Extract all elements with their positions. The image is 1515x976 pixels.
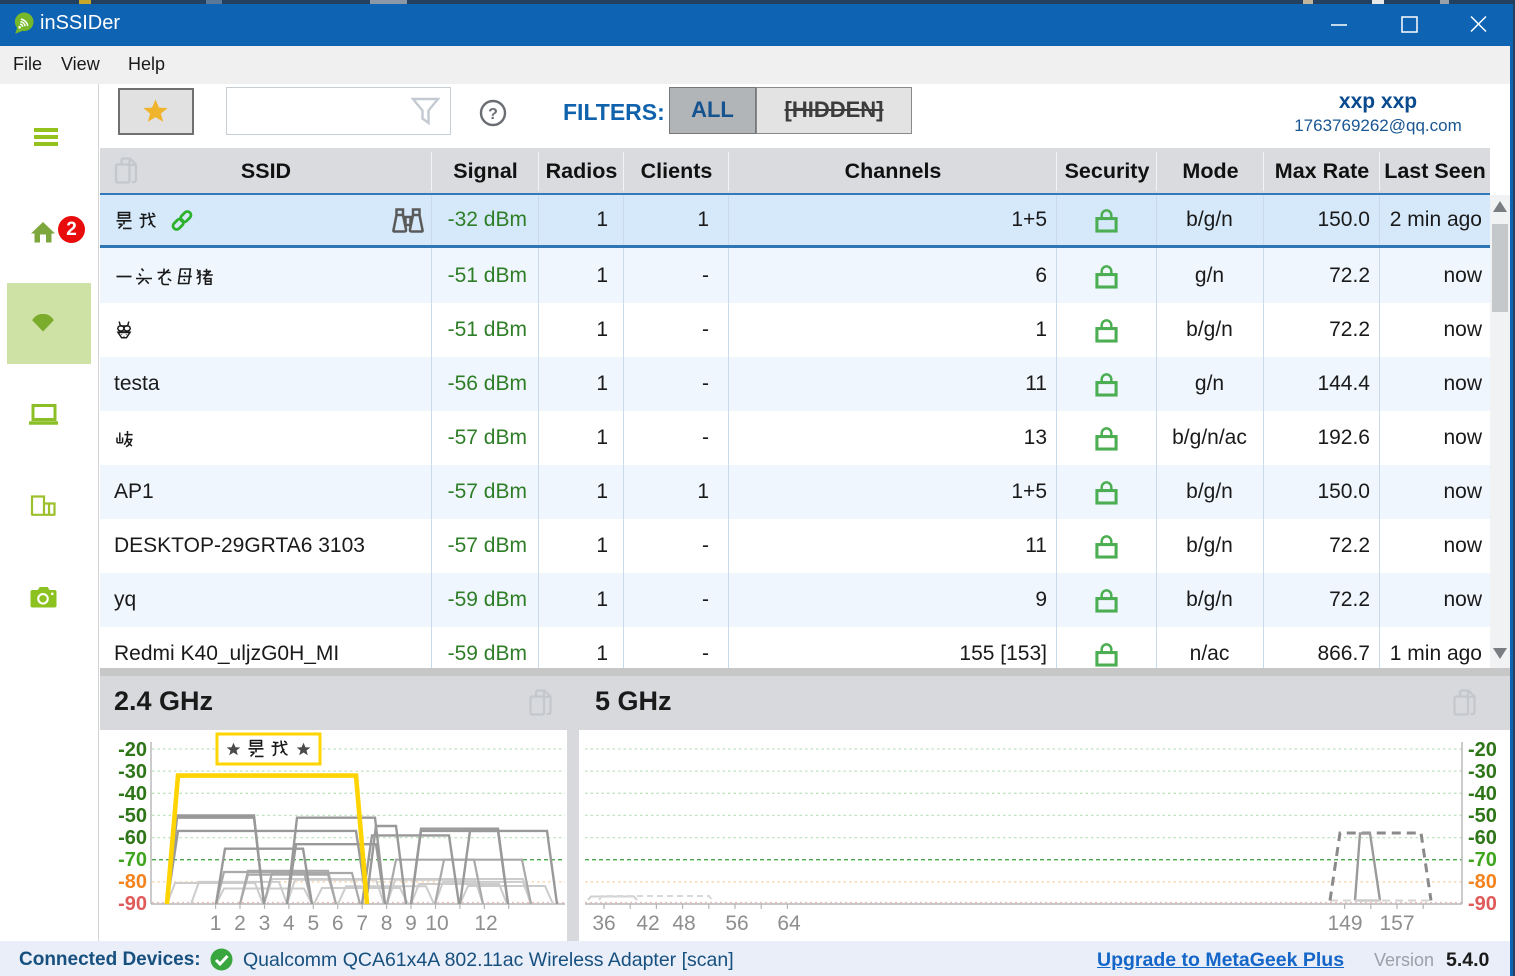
svg-text:2: 2 <box>234 912 246 935</box>
svg-text:56: 56 <box>725 912 748 935</box>
svg-text:149: 149 <box>1327 912 1362 935</box>
svg-text:157: 157 <box>1379 912 1414 935</box>
svg-text:7: 7 <box>356 912 368 935</box>
svg-text:-40: -40 <box>1468 783 1497 805</box>
svg-text:-80: -80 <box>1468 871 1497 893</box>
svg-text:5: 5 <box>307 912 319 935</box>
svg-text:4: 4 <box>283 912 295 935</box>
svg-text:10: 10 <box>425 912 448 935</box>
svg-text:?: ? <box>488 106 498 123</box>
svg-text:64: 64 <box>777 912 801 935</box>
svg-text:-70: -70 <box>1468 849 1497 871</box>
svg-text:-70: -70 <box>118 849 147 871</box>
svg-text:-20: -20 <box>118 739 147 761</box>
svg-text:-30: -30 <box>118 761 147 783</box>
svg-text:9: 9 <box>405 912 417 935</box>
svg-text:3: 3 <box>259 912 271 935</box>
svg-text:-50: -50 <box>118 805 147 827</box>
svg-text:8: 8 <box>381 912 393 935</box>
svg-text:36: 36 <box>592 912 615 935</box>
svg-text:-60: -60 <box>1468 827 1497 849</box>
svg-text:1: 1 <box>210 912 222 935</box>
svg-text:-30: -30 <box>1468 761 1497 783</box>
svg-text:48: 48 <box>672 912 695 935</box>
svg-text:-20: -20 <box>1468 739 1497 761</box>
svg-text:-40: -40 <box>118 783 147 805</box>
svg-text:-90: -90 <box>1468 893 1497 915</box>
svg-text:-50: -50 <box>1468 805 1497 827</box>
svg-text:-60: -60 <box>118 827 147 849</box>
svg-text:-90: -90 <box>118 893 147 915</box>
svg-text:6: 6 <box>332 912 344 935</box>
svg-text:12: 12 <box>474 912 497 935</box>
svg-text:-80: -80 <box>118 871 147 893</box>
svg-text:42: 42 <box>636 912 659 935</box>
